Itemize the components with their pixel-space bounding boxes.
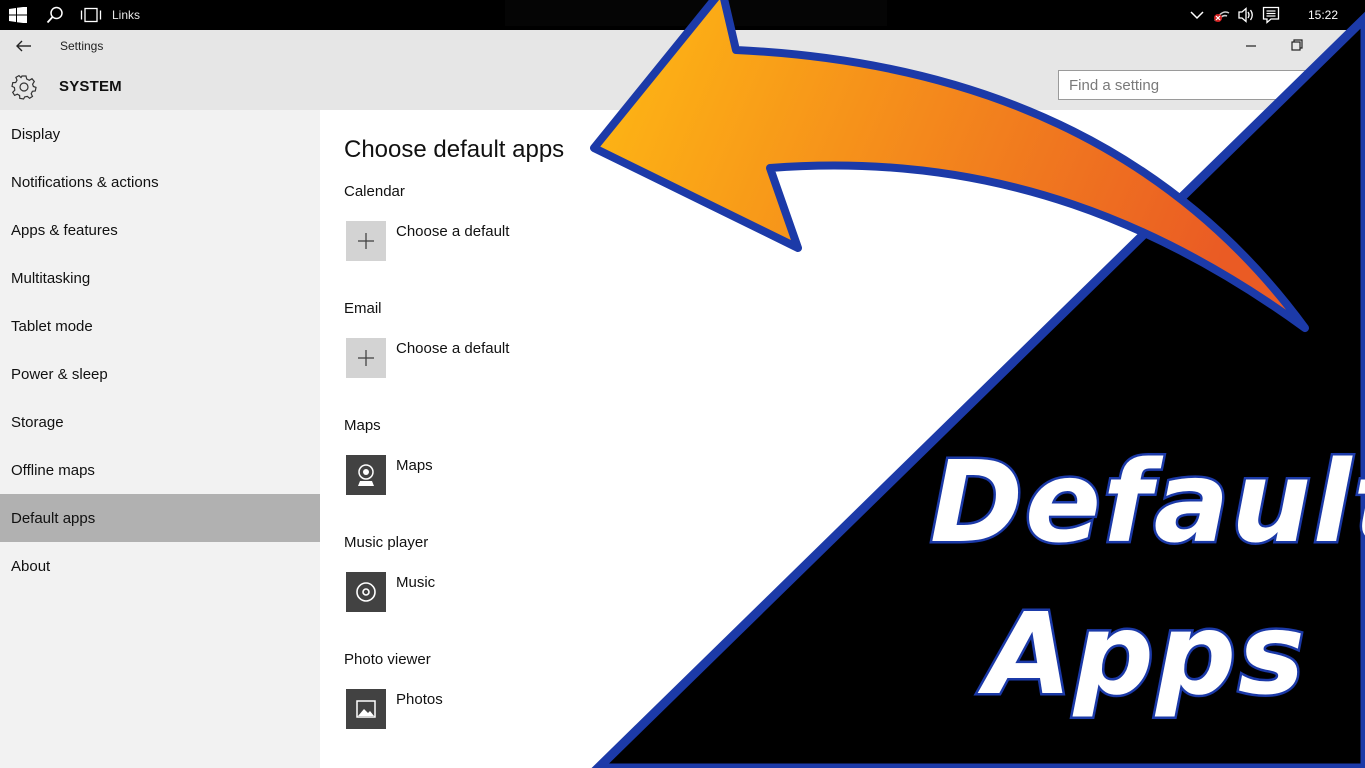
default-app-music[interactable]: Music xyxy=(396,574,435,591)
overlay-title-text: Apps xyxy=(983,588,1308,723)
restore-button[interactable] xyxy=(1288,36,1306,54)
sidebar-item-notifications[interactable]: Notifications & actions xyxy=(0,158,320,206)
windows-start-icon[interactable] xyxy=(9,0,27,30)
sidebar-item-label: Offline maps xyxy=(11,462,95,479)
taskbar-clock[interactable]: 15:22 xyxy=(1308,0,1338,30)
section-label-maps: Maps xyxy=(344,417,381,434)
section-label-music: Music player xyxy=(344,534,429,551)
sidebar-item-storage[interactable]: Storage xyxy=(0,398,320,446)
sidebar-item-about[interactable]: About xyxy=(0,542,320,590)
page-title: Choose default apps xyxy=(344,136,565,163)
gear-icon xyxy=(11,74,37,100)
sidebar-item-label: Storage xyxy=(11,414,64,431)
sidebar-item-label: Multitasking xyxy=(11,270,91,287)
sidebar-item-tablet-mode[interactable]: Tablet mode xyxy=(0,302,320,350)
taskbar: Links 15:22 xyxy=(0,0,1365,30)
sidebar-item-power-sleep[interactable]: Power & sleep xyxy=(0,350,320,398)
overlay-title-line1: Default xyxy=(928,436,1365,571)
chevron-up-icon[interactable] xyxy=(1190,0,1204,30)
photos-icon[interactable] xyxy=(346,689,386,729)
sidebar-item-default-apps[interactable]: Default apps xyxy=(0,494,320,542)
sidebar-item-label: About xyxy=(11,558,51,575)
window-titlebar: Settings xyxy=(0,30,1365,62)
taskbar-app-area xyxy=(505,0,887,26)
sidebar-item-offline-maps[interactable]: Offline maps xyxy=(0,446,320,494)
volume-icon[interactable] xyxy=(1237,0,1255,30)
search-icon[interactable] xyxy=(46,0,64,30)
sidebar-item-label: Notifications & actions xyxy=(11,174,159,191)
action-center-icon[interactable] xyxy=(1262,0,1280,30)
settings-header: SYSTEM xyxy=(0,62,1365,110)
sidebar-item-label: Apps & features xyxy=(11,222,118,239)
plus-icon[interactable] xyxy=(346,221,386,261)
section-label-calendar: Calendar xyxy=(344,183,405,200)
overlay-title-text: Default xyxy=(928,436,1365,571)
sidebar-item-apps-features[interactable]: Apps & features xyxy=(0,206,320,254)
overlay-title-line2: Apps xyxy=(983,588,1308,723)
sidebar-item-label: Power & sleep xyxy=(11,366,108,383)
screenshot-stage: Links 15:22 Settings SYSTEM Find a setti… xyxy=(0,0,1365,768)
sidebar-item-multitasking[interactable]: Multitasking xyxy=(0,254,320,302)
sidebar-item-label: Display xyxy=(11,126,61,143)
minimize-button[interactable] xyxy=(1243,36,1261,54)
links-toolbar-label[interactable]: Links xyxy=(112,0,140,30)
sidebar: Display Notifications & actions Apps & f… xyxy=(0,110,320,768)
sidebar-item-display[interactable]: Display xyxy=(0,110,320,158)
plus-icon[interactable] xyxy=(346,338,386,378)
section-title: SYSTEM xyxy=(59,78,122,95)
back-arrow-icon[interactable] xyxy=(14,36,34,56)
maps-icon[interactable] xyxy=(346,455,386,495)
network-icon[interactable] xyxy=(1213,0,1231,30)
find-setting-box[interactable] xyxy=(1058,70,1318,100)
section-label-email: Email xyxy=(344,300,382,317)
default-app-maps[interactable]: Maps xyxy=(396,457,433,474)
default-app-calendar[interactable]: Choose a default xyxy=(396,223,509,240)
task-view-icon[interactable] xyxy=(80,0,102,30)
default-app-email[interactable]: Choose a default xyxy=(396,340,509,357)
sidebar-item-label: Default apps xyxy=(11,510,96,527)
search-input[interactable] xyxy=(1069,77,1269,94)
window-title: Settings xyxy=(60,39,104,53)
default-app-photos[interactable]: Photos xyxy=(396,691,443,708)
sidebar-item-label: Tablet mode xyxy=(11,318,93,335)
section-label-photos: Photo viewer xyxy=(344,651,431,668)
music-icon[interactable] xyxy=(346,572,386,612)
